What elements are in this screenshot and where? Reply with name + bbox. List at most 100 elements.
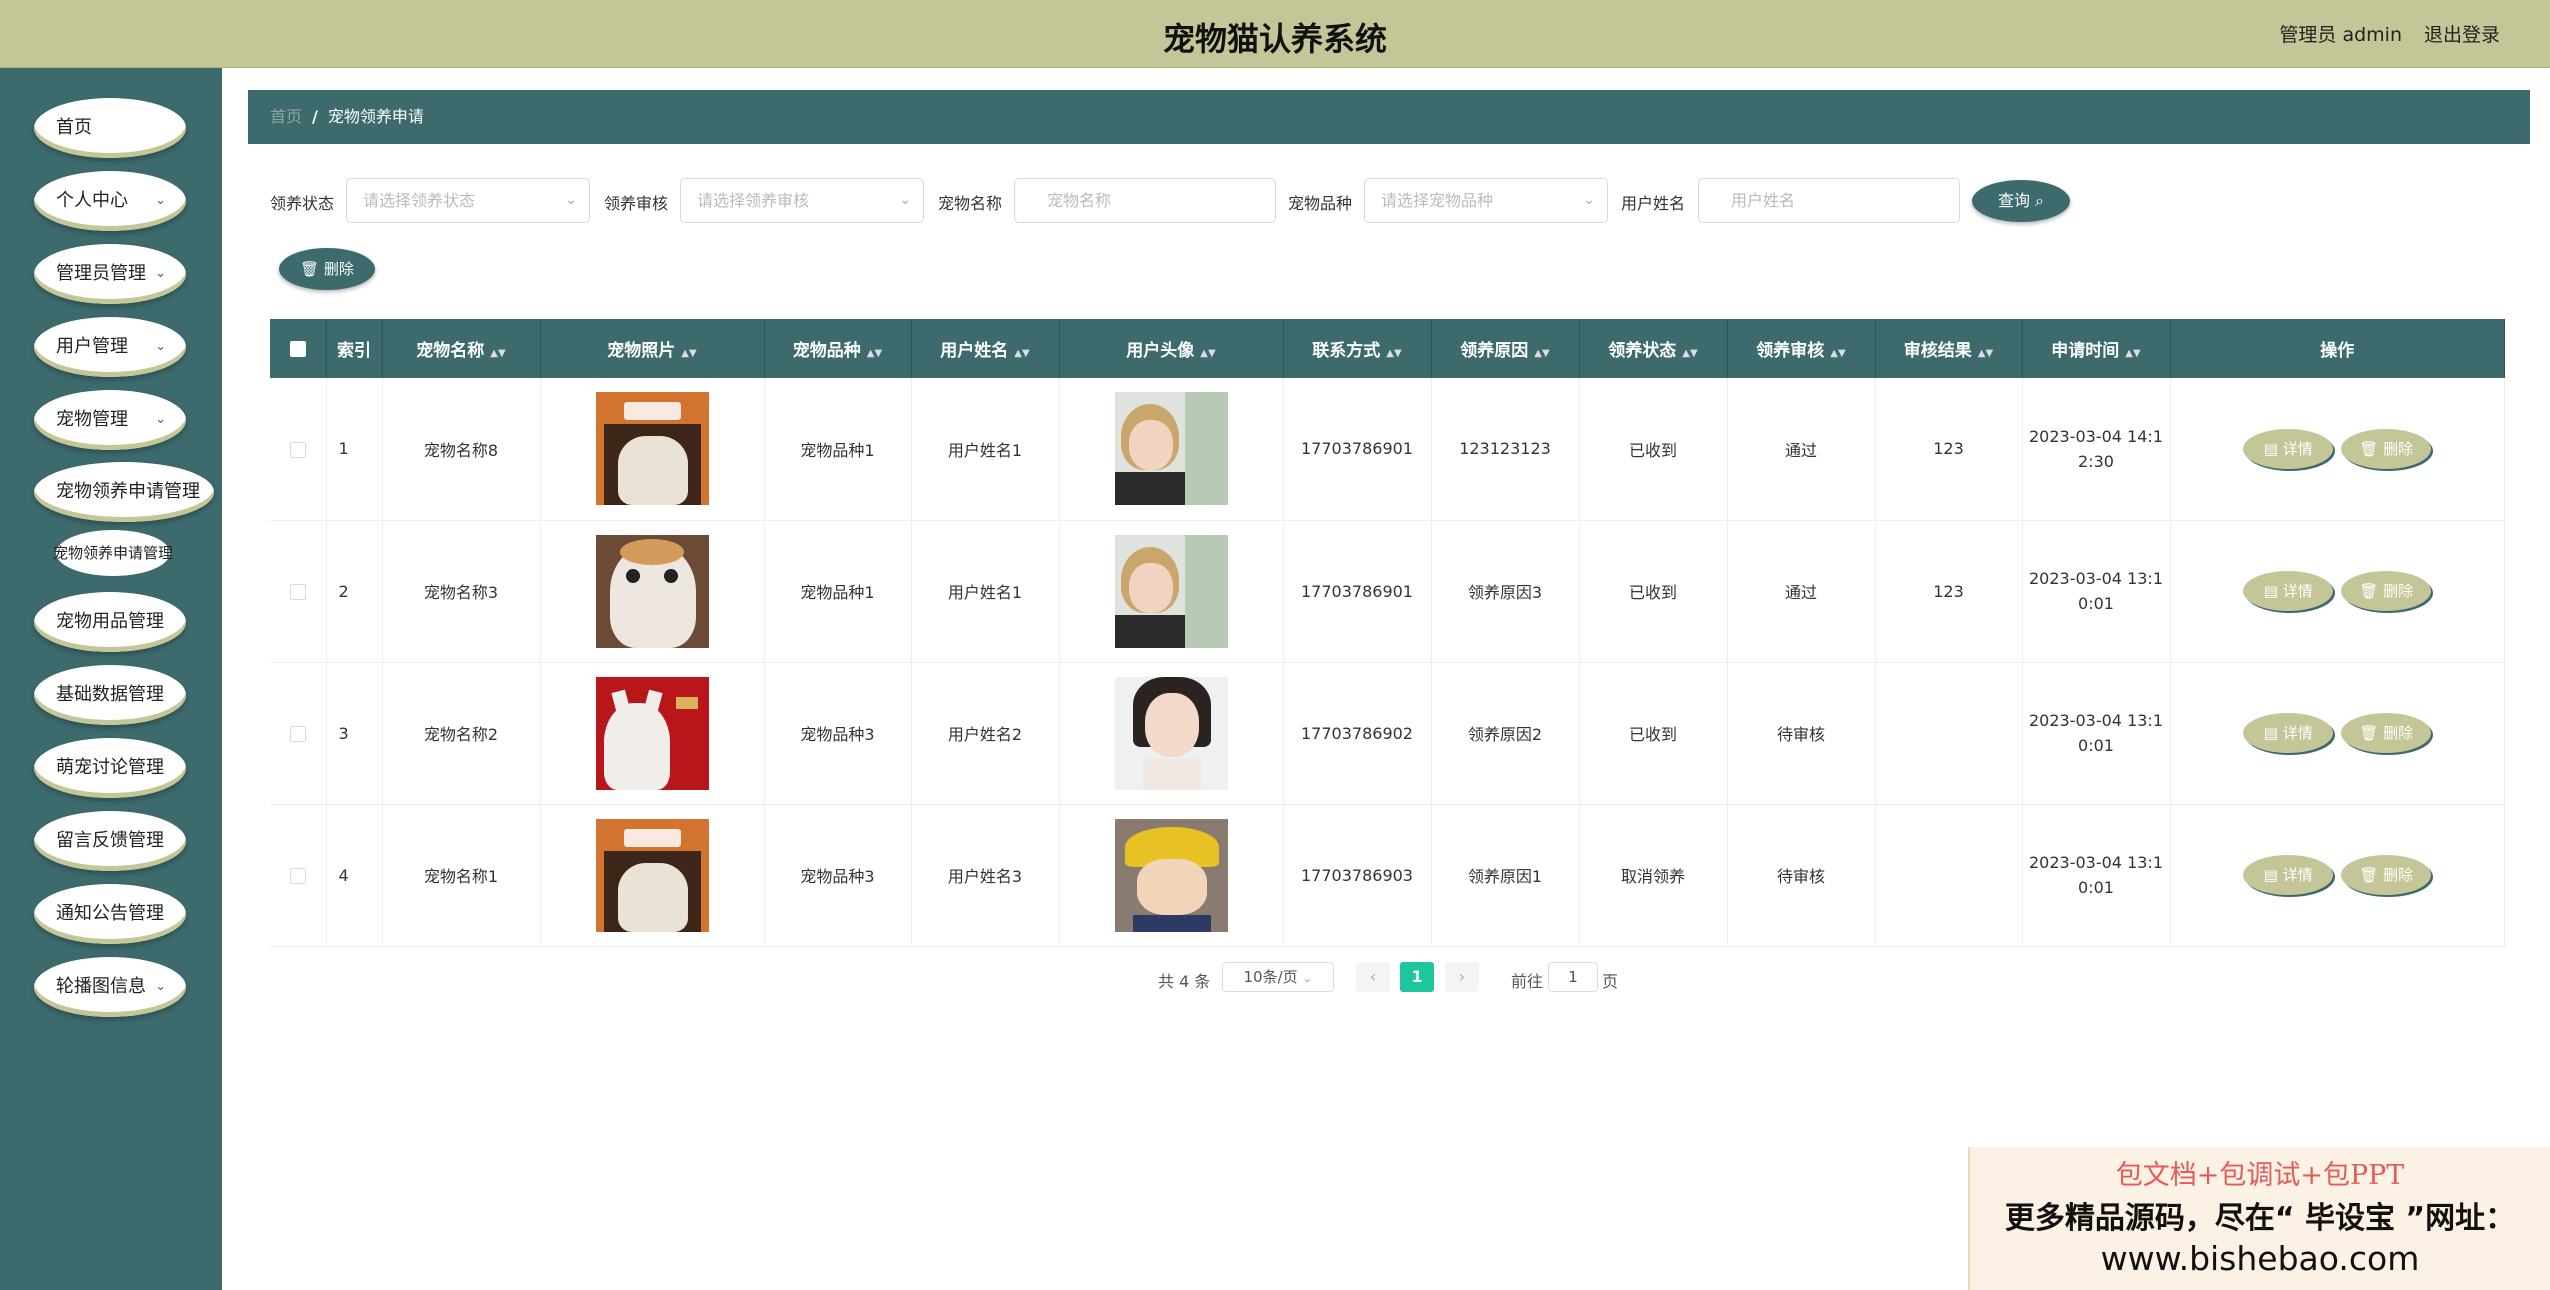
row-checkbox[interactable] [289, 584, 306, 600]
cell-username: 用户姓名3 [911, 804, 1060, 947]
goto-page-input[interactable]: 1 [1548, 962, 1598, 992]
breed-select[interactable]: 请选择宠物品种 ⌄ [1364, 178, 1608, 223]
col-username[interactable]: 用户姓名 ▲▼ [911, 319, 1060, 378]
sort-icon[interactable]: ▲▼ [1978, 348, 1993, 359]
cell-result: 123 [1875, 520, 2023, 663]
col-review[interactable]: 领养审核 ▲▼ [1727, 319, 1876, 378]
pet-photo[interactable] [595, 534, 709, 648]
query-button[interactable]: 查询 ⌕ [1972, 180, 2070, 222]
cell-username: 用户姓名1 [911, 378, 1060, 521]
cell-index: 2 [326, 520, 383, 663]
petname-input[interactable]: 宠物名称 [1014, 178, 1276, 223]
username-input[interactable]: 用户姓名 [1698, 178, 1960, 223]
cell-actions: ▤ 详情 🗑 删除 [2170, 520, 2505, 663]
select-all-checkbox[interactable] [289, 340, 306, 357]
time-line1: 2023-03-04 14:1 [2029, 426, 2163, 446]
petname-input-placeholder: 宠物名称 [1047, 191, 1112, 210]
prev-page-button[interactable]: ‹ [1356, 962, 1390, 992]
next-page-button[interactable]: › [1445, 962, 1479, 992]
sort-icon[interactable]: ▲▼ [490, 348, 505, 359]
row-select[interactable] [270, 378, 327, 521]
col-time[interactable]: 申请时间 ▲▼ [2022, 319, 2171, 378]
review-select[interactable]: 请选择领养审核 ⌄ [680, 178, 924, 223]
cell-time: 2023-03-04 13:1 0:01 [2022, 662, 2171, 805]
user-avatar[interactable] [1114, 534, 1228, 648]
col-status[interactable]: 领养状态 ▲▼ [1579, 319, 1728, 378]
cell-petname: 宠物名称2 [382, 662, 541, 805]
sort-icon[interactable]: ▲▼ [681, 348, 696, 359]
time-line2: 0:01 [2078, 594, 2114, 613]
breadcrumb: 首页 / 宠物领养申请 [248, 90, 2530, 144]
user-avatar[interactable] [1114, 392, 1228, 506]
row-checkbox[interactable] [289, 441, 306, 458]
sidebar-item-feedback[interactable]: 留言反馈管理 [34, 811, 186, 871]
row-select[interactable] [270, 520, 327, 663]
col-petphoto[interactable]: 宠物照片 ▲▼ [540, 319, 765, 378]
detail-button[interactable]: ▤ 详情 [2243, 428, 2334, 469]
cell-avatar [1059, 662, 1284, 805]
row-select[interactable] [270, 804, 327, 947]
select-all-header[interactable] [270, 319, 327, 378]
col-label: 联系方式 [1312, 341, 1381, 361]
cell-index: 3 [326, 662, 383, 805]
pet-photo[interactable] [595, 818, 709, 932]
sidebar-item-forum[interactable]: 萌宠讨论管理 [34, 738, 186, 798]
col-phone[interactable]: 联系方式 ▲▼ [1283, 319, 1432, 378]
col-result[interactable]: 审核结果 ▲▼ [1875, 319, 2023, 378]
sort-icon[interactable]: ▲▼ [1830, 348, 1845, 359]
status-select[interactable]: 请选择领养状态 ⌄ [346, 178, 590, 223]
sort-icon[interactable]: ▲▼ [2125, 348, 2140, 359]
submenu-adoption-manage[interactable]: 宠物领养申请管理 [53, 530, 173, 576]
cell-result [1875, 804, 2023, 947]
row-checkbox[interactable] [289, 726, 306, 742]
col-avatar[interactable]: 用户头像 ▲▼ [1059, 319, 1284, 378]
cell-petphoto [540, 520, 765, 663]
delete-button[interactable]: 🗑 删除 [2341, 855, 2432, 895]
detail-button[interactable]: ▤ 详情 [2243, 713, 2334, 753]
row-select[interactable] [270, 662, 327, 805]
sidebar-item-adoption[interactable]: 宠物领养申请管理 [34, 462, 214, 522]
row-checkbox[interactable] [289, 868, 306, 884]
sidebar-item-notice[interactable]: 通知公告管理 [34, 884, 186, 944]
sort-icon[interactable]: ▲▼ [1682, 348, 1697, 359]
sidebar-item-users[interactable]: 用户管理 ⌄ [34, 317, 186, 377]
cell-petname: 宠物名称3 [382, 520, 541, 663]
detail-button[interactable]: ▤ 详情 [2243, 571, 2334, 611]
col-petname[interactable]: 宠物名称 ▲▼ [382, 319, 541, 378]
pet-photo[interactable] [595, 676, 709, 790]
page-size-select[interactable]: 10条/页 ⌄ [1222, 962, 1334, 992]
cell-actions: ▤ 详情 🗑 删除 [2170, 804, 2505, 947]
bulk-delete-button[interactable]: 🗑 删除 [279, 248, 375, 290]
col-label: 宠物名称 [416, 341, 485, 361]
delete-button[interactable]: 🗑 删除 [2341, 428, 2432, 469]
sidebar-item-basedata[interactable]: 基础数据管理 [34, 665, 186, 725]
col-breed[interactable]: 宠物品种 ▲▼ [764, 319, 912, 378]
user-avatar[interactable] [1114, 818, 1228, 932]
sidebar-item-label: 首页 [56, 117, 92, 138]
col-reason[interactable]: 领养原因 ▲▼ [1431, 319, 1580, 378]
breadcrumb-home[interactable]: 首页 [270, 107, 302, 126]
ad-banner[interactable]: 包文档+包调试+包PPT 更多精品源码，尽在“ 毕设宝 ”网址： www.bis… [1968, 1147, 2550, 1290]
detail-button[interactable]: ▤ 详情 [2243, 855, 2334, 895]
sort-icon[interactable]: ▲▼ [1386, 348, 1401, 359]
chevron-down-icon: ⌄ [155, 193, 166, 208]
sort-icon[interactable]: ▲▼ [1200, 348, 1215, 359]
delete-button[interactable]: 🗑 删除 [2341, 571, 2432, 611]
sidebar-item-label: 宠物用品管理 [56, 611, 164, 632]
sidebar-item-admin[interactable]: 管理员管理 ⌄ [34, 244, 186, 304]
current-page[interactable]: 1 [1400, 962, 1434, 992]
sidebar-item-pets[interactable]: 宠物管理 ⌄ [34, 390, 186, 450]
breed-select-placeholder: 请选择宠物品种 [1381, 191, 1494, 210]
cell-reason: 领养原因2 [1431, 662, 1580, 805]
sidebar-item-profile[interactable]: 个人中心 ⌄ [34, 171, 186, 231]
sort-icon[interactable]: ▲▼ [1014, 348, 1029, 359]
sort-icon[interactable]: ▲▼ [867, 348, 882, 359]
delete-button[interactable]: 🗑 删除 [2341, 713, 2432, 753]
sidebar-item-home[interactable]: 首页 [34, 98, 186, 158]
sidebar-item-supplies[interactable]: 宠物用品管理 [34, 592, 186, 652]
pet-photo[interactable] [595, 392, 709, 506]
user-avatar[interactable] [1114, 676, 1228, 790]
sort-icon[interactable]: ▲▼ [1534, 348, 1549, 359]
sidebar-item-carousel[interactable]: 轮播图信息 ⌄ [34, 957, 186, 1017]
logout-link[interactable]: 退出登录 [2424, 20, 2500, 47]
